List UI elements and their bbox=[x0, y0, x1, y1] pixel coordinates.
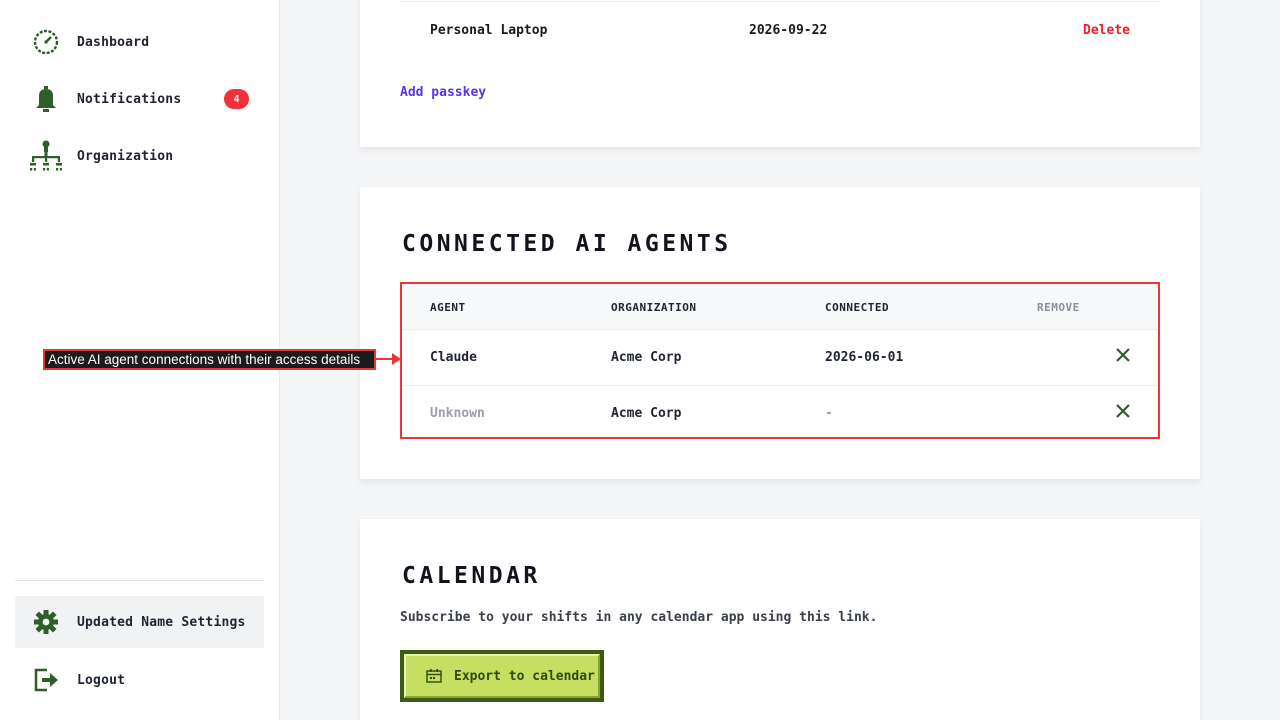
section-title: CALENDAR bbox=[402, 563, 541, 589]
agent-connected-date: - bbox=[825, 406, 833, 421]
gear-icon bbox=[29, 605, 63, 639]
annotation-callout: Active AI agent connections with their a… bbox=[43, 349, 376, 370]
dashboard-icon bbox=[29, 25, 63, 59]
agent-name: Unknown bbox=[430, 406, 485, 421]
agent-organization: Acme Corp bbox=[611, 406, 682, 421]
bell-icon bbox=[29, 82, 63, 116]
table-row: Claude Acme Corp 2026-06-01 bbox=[402, 330, 1158, 386]
notification-count-badge: 4 bbox=[224, 89, 249, 109]
passkey-row: Personal Laptop 2026-09-22 Delete bbox=[400, 1, 1160, 59]
logout-icon bbox=[29, 663, 63, 697]
sidebar-item-notifications[interactable]: Notifications 4 bbox=[15, 73, 264, 125]
sidebar-item-label: Logout bbox=[77, 672, 126, 688]
sidebar-item-label: Dashboard bbox=[77, 34, 150, 50]
connected-agents-card: CONNECTED AI AGENTS AGENT ORGANIZATION C… bbox=[360, 187, 1200, 479]
export-button-face: Export to calendar bbox=[404, 654, 600, 698]
passkey-name: Personal Laptop bbox=[430, 23, 548, 38]
sidebar-item-logout[interactable]: Logout bbox=[15, 654, 264, 706]
column-header-agent: AGENT bbox=[430, 301, 466, 314]
column-header-remove: REMOVE bbox=[1037, 301, 1080, 314]
sidebar-item-label: Notifications bbox=[77, 91, 182, 107]
agents-table: AGENT ORGANIZATION CONNECTED REMOVE Clau… bbox=[400, 282, 1160, 439]
table-header: AGENT ORGANIZATION CONNECTED REMOVE bbox=[402, 284, 1158, 330]
calendar-card: CALENDAR Subscribe to your shifts in any… bbox=[360, 519, 1200, 720]
export-to-calendar-button[interactable]: Export to calendar bbox=[400, 650, 604, 702]
agent-organization: Acme Corp bbox=[611, 350, 682, 365]
table-row: Unknown Acme Corp - bbox=[402, 386, 1158, 442]
sidebar-item-label: Updated Name Settings bbox=[77, 614, 246, 630]
org-chart-icon bbox=[29, 139, 63, 173]
agent-connected-date: 2026-06-01 bbox=[825, 350, 904, 365]
calendar-description: Subscribe to your shifts in any calendar… bbox=[400, 610, 878, 625]
sidebar-item-organization[interactable]: Organization bbox=[15, 130, 264, 182]
section-title: CONNECTED AI AGENTS bbox=[402, 231, 732, 257]
add-passkey-link[interactable]: Add passkey bbox=[400, 85, 486, 100]
column-header-connected: CONNECTED bbox=[825, 301, 890, 314]
sidebar-divider bbox=[15, 580, 264, 581]
annotation-arrow bbox=[392, 353, 401, 365]
column-header-organization: ORGANIZATION bbox=[611, 301, 697, 314]
sidebar-item-label: Organization bbox=[77, 148, 174, 164]
sidebar-item-dashboard[interactable]: Dashboard bbox=[15, 16, 264, 68]
close-icon bbox=[1116, 404, 1130, 418]
remove-agent-button[interactable] bbox=[1114, 402, 1132, 420]
passkey-date: 2026-09-22 bbox=[749, 23, 828, 38]
calendar-icon bbox=[426, 669, 442, 683]
sidebar-item-settings[interactable]: Updated Name Settings bbox=[15, 596, 264, 648]
agent-name: Claude bbox=[430, 350, 477, 365]
remove-agent-button[interactable] bbox=[1114, 346, 1132, 364]
passkeys-card: Personal Laptop 2026-09-22 Delete Add pa… bbox=[360, 0, 1200, 147]
close-icon bbox=[1116, 348, 1130, 362]
export-button-label: Export to calendar bbox=[454, 668, 595, 684]
delete-passkey-button[interactable]: Delete bbox=[1083, 23, 1130, 38]
